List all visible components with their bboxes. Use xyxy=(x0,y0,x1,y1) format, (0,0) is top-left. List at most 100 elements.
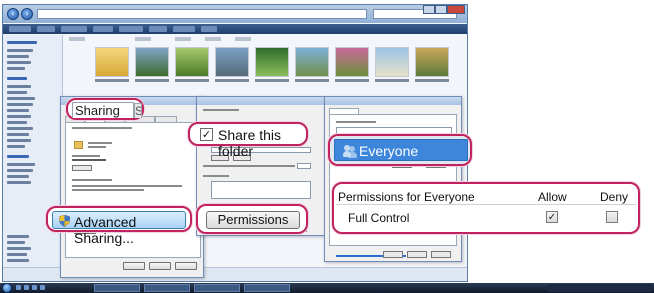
deny-checkbox[interactable] xyxy=(606,211,618,223)
column-header[interactable] xyxy=(205,37,221,41)
explorer-title-bar: ‹ › xyxy=(3,5,467,23)
nav-item[interactable] xyxy=(7,115,31,118)
permissions-button-callout: Permissions xyxy=(196,204,308,234)
nav-item[interactable] xyxy=(7,145,25,148)
nav-item[interactable] xyxy=(7,259,29,262)
comments-label xyxy=(203,175,229,177)
nav-item[interactable] xyxy=(7,85,31,88)
column-header[interactable] xyxy=(235,37,251,41)
sharing-tab-callout: Sharing S xyxy=(66,98,144,120)
share-status xyxy=(88,146,106,148)
file-name xyxy=(255,79,289,82)
user-limit-stepper[interactable] xyxy=(297,163,311,169)
apply-button[interactable] xyxy=(175,262,197,270)
nav-item[interactable] xyxy=(7,253,27,256)
taskbar-button[interactable] xyxy=(94,284,140,292)
toolbar-item[interactable] xyxy=(9,26,31,32)
toolbar-item[interactable] xyxy=(173,26,195,32)
image-thumbnail[interactable] xyxy=(415,47,449,77)
file-name xyxy=(95,79,129,82)
nav-item[interactable] xyxy=(7,175,29,178)
nav-item[interactable] xyxy=(7,127,33,130)
nav-item[interactable] xyxy=(7,91,27,94)
folder-icon[interactable] xyxy=(95,47,129,77)
image-thumbnail[interactable] xyxy=(135,47,169,77)
toolbar-item[interactable] xyxy=(37,26,55,32)
next-tab-fragment[interactable]: S xyxy=(134,103,142,118)
nav-item[interactable] xyxy=(7,49,33,52)
nav-item[interactable] xyxy=(7,41,37,44)
cancel-button[interactable] xyxy=(149,262,171,270)
image-thumbnail[interactable] xyxy=(335,47,369,77)
image-thumbnail[interactable] xyxy=(375,47,409,77)
nav-item[interactable] xyxy=(7,109,29,112)
system-tray[interactable] xyxy=(548,284,652,292)
nav-item[interactable] xyxy=(7,241,25,244)
taskbar-button[interactable] xyxy=(244,284,290,292)
image-thumbnail[interactable] xyxy=(175,47,209,77)
user-name: Everyone xyxy=(359,143,419,159)
nav-item[interactable] xyxy=(7,181,31,184)
share-folder-label: Share this folder xyxy=(218,127,282,159)
nav-item[interactable] xyxy=(7,97,35,100)
minimize-button[interactable] xyxy=(423,5,435,14)
nav-item[interactable] xyxy=(7,67,25,70)
share-button[interactable] xyxy=(72,165,92,171)
allow-column-header: Allow xyxy=(538,190,567,204)
user-list-item-everyone[interactable]: Everyone xyxy=(334,139,468,161)
taskbar-button[interactable] xyxy=(194,284,240,292)
toolbar-item[interactable] xyxy=(201,26,217,32)
quick-launch-icon[interactable] xyxy=(40,285,45,290)
column-header[interactable] xyxy=(69,37,85,41)
sharing-tab-label[interactable]: Sharing xyxy=(72,102,134,118)
nav-item[interactable] xyxy=(7,133,29,136)
file-name xyxy=(415,79,449,82)
forward-arrow-icon[interactable]: › xyxy=(21,8,33,20)
toolbar-item[interactable] xyxy=(93,26,113,32)
nav-item[interactable] xyxy=(7,155,29,158)
share-folder-checkbox[interactable]: ✓ xyxy=(200,128,213,141)
cancel-button[interactable] xyxy=(407,251,427,258)
network-path-value xyxy=(72,159,106,161)
nav-item[interactable] xyxy=(7,55,29,58)
taskbar-button[interactable] xyxy=(144,284,190,292)
comments-input[interactable] xyxy=(211,181,311,199)
toolbar-item[interactable] xyxy=(119,26,143,32)
quick-launch-icon[interactable] xyxy=(24,285,29,290)
settings-heading xyxy=(203,109,239,111)
permissions-button[interactable]: Permissions xyxy=(206,211,300,229)
nav-item[interactable] xyxy=(7,163,35,166)
nav-item[interactable] xyxy=(7,77,27,80)
column-header[interactable] xyxy=(135,37,151,41)
start-orb-icon[interactable] xyxy=(2,283,12,293)
back-arrow-icon[interactable]: ‹ xyxy=(7,8,19,20)
maximize-button[interactable] xyxy=(435,5,447,14)
ok-button[interactable] xyxy=(383,251,403,258)
nav-item[interactable] xyxy=(7,121,27,124)
nav-item[interactable] xyxy=(7,61,31,64)
quick-launch-icon[interactable] xyxy=(32,285,37,290)
toolbar-item[interactable] xyxy=(61,26,87,32)
address-bar[interactable] xyxy=(37,9,367,19)
everyone-callout: Everyone xyxy=(328,134,472,166)
quick-launch-icon[interactable] xyxy=(16,285,21,290)
image-thumbnail[interactable] xyxy=(295,47,329,77)
share-folder-callout: ✓ Share this folder xyxy=(188,122,308,159)
nav-item[interactable] xyxy=(7,139,31,142)
nav-item[interactable] xyxy=(7,103,33,106)
image-thumbnail[interactable] xyxy=(255,47,289,77)
file-name xyxy=(295,79,329,82)
nav-item[interactable] xyxy=(7,235,29,238)
permissions-dialog xyxy=(324,96,462,262)
apply-button[interactable] xyxy=(431,251,451,258)
nav-item[interactable] xyxy=(7,247,31,250)
close-dialog-button[interactable] xyxy=(123,262,145,270)
close-button[interactable] xyxy=(447,5,465,14)
image-thumbnail[interactable] xyxy=(215,47,249,77)
advanced-sharing-callout: Advanced Sharing... xyxy=(46,206,192,246)
advanced-sharing-label: Advanced Sharing... xyxy=(74,214,137,246)
column-header[interactable] xyxy=(175,37,191,41)
nav-item[interactable] xyxy=(7,169,33,172)
toolbar-item[interactable] xyxy=(149,26,167,32)
allow-checkbox[interactable]: ✓ xyxy=(546,211,558,223)
